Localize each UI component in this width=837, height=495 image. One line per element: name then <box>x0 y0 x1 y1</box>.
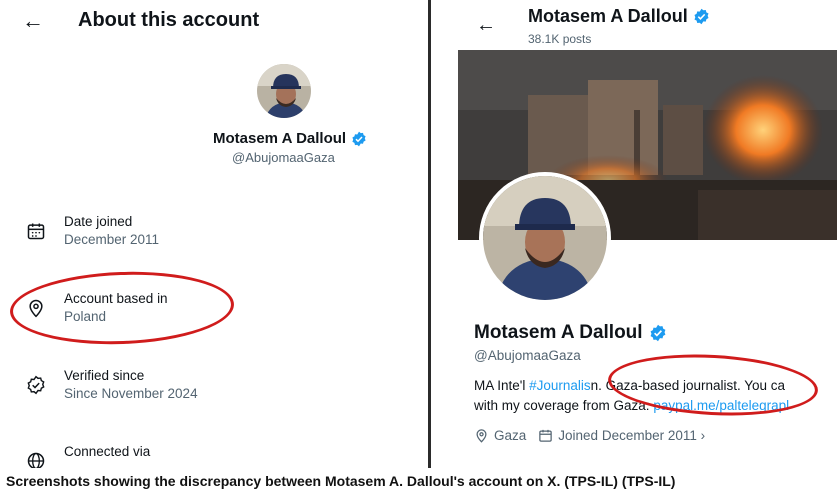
avatar[interactable] <box>255 62 313 120</box>
calendar-icon <box>27 223 45 240</box>
back-arrow-icon[interactable]: ← <box>22 8 44 34</box>
account-handle: @AbujomaaGaza <box>232 150 335 165</box>
back-arrow-icon[interactable]: ← <box>476 14 496 37</box>
verified-badge-icon <box>352 131 366 146</box>
account-based-row: Account based in Poland <box>26 290 168 326</box>
date-joined-value: December 2011 <box>64 232 160 247</box>
joined-text: Joined December 2011 › <box>558 428 706 443</box>
location-text: Gaza <box>494 428 527 443</box>
profile-avatar[interactable] <box>479 172 611 304</box>
verified-check-icon <box>27 375 45 395</box>
joined-item[interactable]: Joined December 2011 › <box>538 428 705 443</box>
bio-text: with my coverage from Gaza: <box>474 398 654 413</box>
profile-name: Motasem A Dalloul <box>474 322 667 344</box>
about-account-panel: ← About this account Motasem A Dalloul @… <box>0 0 426 468</box>
profile-panel: ← Motasem A Dalloul 38.1K posts Motasem … <box>432 0 837 468</box>
verified-badge-icon <box>694 8 709 25</box>
profile-meta: Gaza Joined December 2011 › <box>474 428 705 443</box>
location-pin-icon <box>29 299 43 318</box>
date-joined-label: Date joined <box>64 214 133 229</box>
calendar-icon <box>539 429 553 442</box>
verified-since-row: Verified since Since November 2024 <box>26 367 198 403</box>
connected-via-row: Connected via <box>26 443 150 468</box>
connected-via-label: Connected via <box>64 444 151 459</box>
location-pin-icon <box>476 429 487 443</box>
account-name-text: Motasem A Dalloul <box>213 130 347 147</box>
profile-handle: @AbujomaaGaza <box>474 348 581 363</box>
profile-name-text: Motasem A Dalloul <box>474 322 643 343</box>
image-caption: Screenshots showing the discrepancy betw… <box>0 468 837 495</box>
account-based-value: Poland <box>64 309 107 324</box>
header-name-text: Motasem A Dalloul <box>528 6 688 26</box>
verified-since-label: Verified since <box>64 368 145 383</box>
globe-icon <box>27 452 45 468</box>
bio-text: n. Gaza-based journalist. You ca <box>590 378 786 393</box>
paypal-link[interactable]: paypal.me/paltelegrapl <box>653 398 789 413</box>
account-based-label: Account based in <box>64 291 168 306</box>
post-count: 38.1K posts <box>528 32 592 46</box>
account-name: Motasem A Dalloul <box>213 130 367 147</box>
date-joined-row: Date joined December 2011 <box>26 213 159 249</box>
verified-badge-icon <box>650 324 665 342</box>
hashtag-link[interactable]: #Journalis <box>529 378 591 393</box>
bio-text: MA Inte'l <box>474 378 530 393</box>
profile-bio: MA Inte'l #Journalisn. Gaza-based journa… <box>474 376 837 416</box>
location-item: Gaza <box>474 428 526 443</box>
panel-divider <box>428 0 431 468</box>
verified-since-value: Since November 2024 <box>64 386 198 401</box>
page-title: About this account <box>78 9 260 31</box>
header-name: Motasem A Dalloul <box>528 6 710 27</box>
